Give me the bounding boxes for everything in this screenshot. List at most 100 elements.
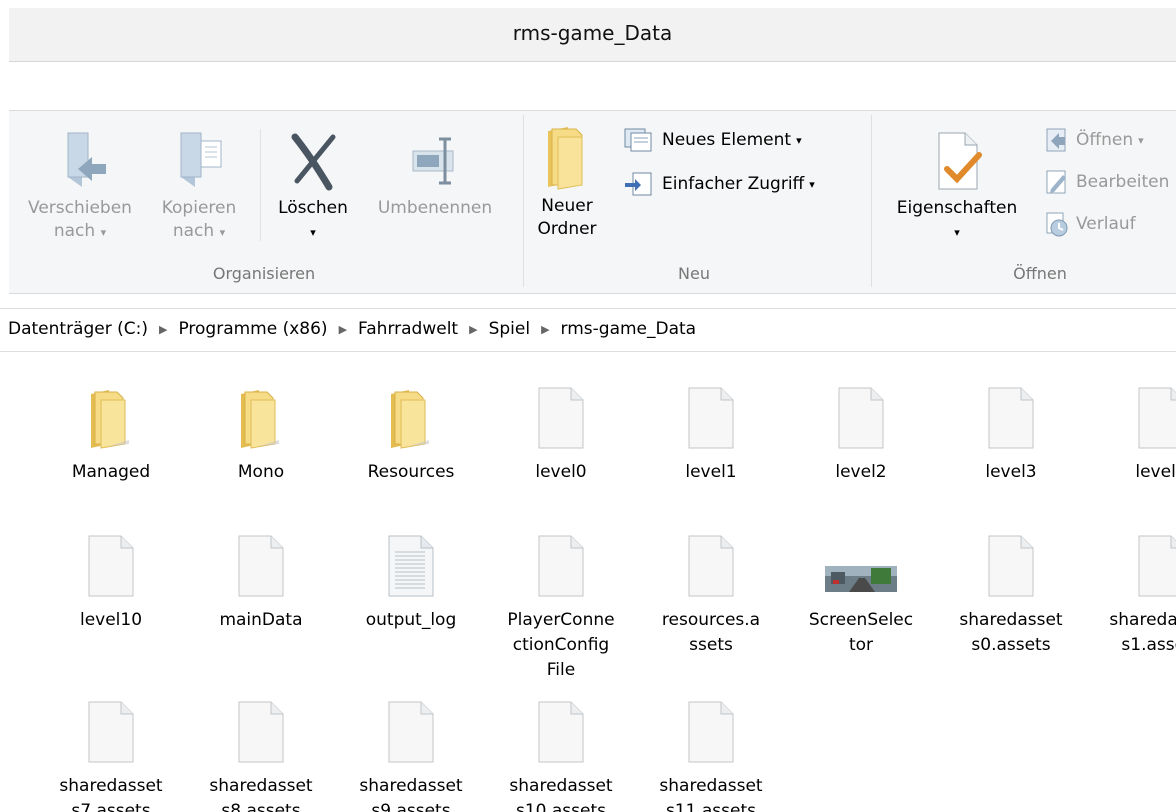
delete-button[interactable]: Löschen ▾: [267, 129, 359, 244]
file-item[interactable]: PlayerConne ctionConfig File: [498, 534, 624, 683]
open-button[interactable]: Öffnen ▾: [1043, 127, 1144, 153]
ribbon: Verschieben nach ▾ Kopieren nach ▾ Lösch…: [9, 110, 1176, 294]
move-to-label-2: nach: [53, 221, 96, 241]
file-icon: [238, 535, 284, 597]
folder-icon: [91, 390, 129, 449]
history-label: Verlauf: [1076, 214, 1136, 234]
chevron-down-icon: ▾: [100, 226, 107, 239]
file-icon-wrap: [348, 700, 474, 764]
file-item[interactable]: level1: [648, 386, 774, 485]
history-button[interactable]: Verlauf: [1043, 211, 1136, 237]
file-icon: [688, 387, 734, 449]
file-icon-wrap: [498, 386, 624, 450]
file-item[interactable]: Managed: [48, 386, 174, 485]
chevron-right-icon[interactable]: ▶: [469, 323, 477, 336]
file-name: sharedasset s1.assets: [1109, 610, 1176, 655]
file-icon: [688, 535, 734, 597]
properties-button[interactable]: Eigenschaften ▾: [881, 129, 1033, 244]
file-icon: [538, 701, 584, 763]
file-name: sharedasset s0.assets: [959, 610, 1063, 655]
breadcrumb-item[interactable]: rms-game_Data: [561, 319, 697, 339]
file-icon-wrap: [948, 534, 1074, 598]
file-name: level0: [535, 462, 587, 482]
new-folder-label: Neuer: [541, 196, 593, 216]
file-item[interactable]: Mono: [198, 386, 324, 485]
delete-label: Löschen: [278, 198, 348, 218]
move-to-button[interactable]: Verschieben nach ▾: [13, 129, 147, 244]
file-icon: [88, 535, 134, 597]
breadcrumb-item[interactable]: Datenträger (C:): [8, 319, 148, 339]
file-name: sharedasset s7.assets: [59, 776, 163, 812]
file-icon-wrap: [498, 700, 624, 764]
chevron-down-icon: ▾: [219, 226, 226, 239]
file-name: level10: [79, 610, 143, 630]
chevron-right-icon[interactable]: ▶: [339, 323, 347, 336]
file-icon: [388, 701, 434, 763]
chevron-down-icon: ▾: [954, 226, 960, 239]
file-icon: [1138, 535, 1176, 597]
file-icon: [88, 701, 134, 763]
file-name: Managed: [71, 462, 151, 482]
file-icon-wrap: [648, 534, 774, 598]
rename-button[interactable]: Umbenennen: [361, 129, 509, 220]
copy-to-icon: [180, 132, 222, 187]
address-bar[interactable]: Datenträger (C:) ▶ Programme (x86) ▶ Fahrrad…: [0, 308, 1176, 352]
new-item-button[interactable]: Neues Element ▾: [623, 127, 802, 153]
properties-label: Eigenschaften: [896, 198, 1018, 218]
file-icon-wrap: [648, 386, 774, 450]
title-bar[interactable]: rms-game_Data: [9, 8, 1176, 62]
file-item[interactable]: ScreenSelec tor: [798, 534, 924, 658]
properties-icon: [938, 132, 982, 190]
breadcrumb-item[interactable]: Spiel: [489, 319, 531, 339]
file-item[interactable]: output_log: [348, 534, 474, 633]
file-item[interactable]: sharedasset s0.assets: [948, 534, 1074, 658]
chevron-right-icon[interactable]: ▶: [541, 323, 549, 336]
file-item[interactable]: level0: [498, 386, 624, 485]
new-group-label: Neu: [678, 264, 710, 283]
file-item[interactable]: level2: [798, 386, 924, 485]
file-item[interactable]: level3: [948, 386, 1074, 485]
text-file-icon: [388, 535, 434, 597]
file-name: ScreenSelec tor: [808, 610, 914, 655]
file-item[interactable]: sharedasset s7.assets: [48, 700, 174, 812]
open-label: Öffnen: [1076, 130, 1134, 150]
new-folder-button[interactable]: Neuer Ordner: [529, 125, 605, 241]
file-item[interactable]: Resources: [348, 386, 474, 485]
file-icon: [1138, 387, 1176, 449]
file-icon: [238, 701, 284, 763]
file-icon: [988, 387, 1034, 449]
file-item[interactable]: resources.a ssets: [648, 534, 774, 658]
delete-icon: [291, 133, 336, 191]
image-thumbnail-icon: [825, 566, 897, 592]
chevron-right-icon[interactable]: ▶: [159, 323, 167, 336]
easy-access-button[interactable]: Einfacher Zugriff ▾: [623, 171, 815, 197]
file-item[interactable]: level10: [48, 534, 174, 633]
breadcrumb-item[interactable]: Fahrradwelt: [358, 319, 458, 339]
file-icon-wrap: [648, 700, 774, 764]
breadcrumb-item[interactable]: Programme (x86): [178, 319, 327, 339]
file-name: level1: [685, 462, 737, 482]
file-item[interactable]: level4: [1098, 386, 1176, 485]
file-item[interactable]: sharedasset s11.assets: [648, 700, 774, 812]
edit-button[interactable]: Bearbeiten: [1043, 169, 1169, 195]
file-name: level3: [985, 462, 1037, 482]
file-item[interactable]: mainData: [198, 534, 324, 633]
file-item[interactable]: sharedasset s9.assets: [348, 700, 474, 812]
file-icon-wrap: [48, 700, 174, 764]
file-icon: [538, 535, 584, 597]
file-name: resources.a ssets: [661, 610, 761, 655]
easy-access-label: Einfacher Zugriff: [662, 174, 805, 194]
rename-icon: [412, 137, 454, 185]
file-item[interactable]: sharedasset s10.assets: [498, 700, 624, 812]
move-to-icon: [67, 132, 106, 187]
copy-to-label: Kopieren: [161, 198, 237, 218]
copy-to-button[interactable]: Kopieren nach ▾: [149, 129, 249, 244]
chevron-down-icon: ▾: [310, 226, 316, 239]
file-icon-wrap: [198, 700, 324, 764]
group-separator: [871, 115, 872, 287]
file-icon-wrap: [198, 386, 324, 450]
file-item[interactable]: sharedasset s8.assets: [198, 700, 324, 812]
file-item[interactable]: sharedasset s1.assets: [1098, 534, 1176, 658]
new-item-label: Neues Element: [662, 130, 792, 150]
group-separator: [523, 115, 524, 287]
